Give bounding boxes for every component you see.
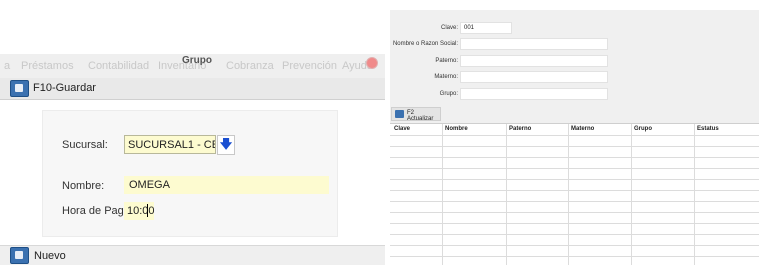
- nombre-field[interactable]: OMEGA: [124, 176, 329, 194]
- razon-social-input[interactable]: [460, 38, 608, 50]
- table-row: [390, 168, 759, 169]
- update-button[interactable]: F2 Actualizar: [391, 107, 441, 122]
- paterno-input[interactable]: [460, 55, 608, 67]
- column-header-estatus[interactable]: Estatus: [697, 126, 719, 132]
- table-row: [390, 223, 759, 224]
- table-row: [390, 146, 759, 147]
- text-caret: [147, 204, 148, 217]
- form-panel: [42, 110, 338, 237]
- clave-label: Clave:: [440, 25, 458, 31]
- grupo-window: a Préstamos Contabilidad Inventario Cobr…: [0, 0, 385, 265]
- new-icon[interactable]: [10, 247, 29, 264]
- table-row: [390, 179, 759, 180]
- new-button[interactable]: Nuevo: [34, 250, 66, 262]
- table-row: [390, 190, 759, 191]
- hora-field[interactable]: 10:00: [124, 202, 155, 220]
- search-window: Clave: 001 Nombre o Razon Social: Patern…: [390, 10, 759, 265]
- materno-label: Materno:: [434, 74, 458, 80]
- arrow-down-icon[interactable]: 🡇: [217, 135, 235, 155]
- table-row: [390, 135, 759, 136]
- grupo-label: Grupo:: [439, 91, 458, 97]
- save-icon[interactable]: [10, 80, 29, 97]
- materno-input[interactable]: [460, 71, 608, 83]
- clave-input[interactable]: 001: [460, 22, 512, 34]
- menu-item-contabilidad[interactable]: Contabilidad: [88, 60, 149, 72]
- grupo-input[interactable]: [460, 88, 608, 100]
- table-row: [390, 212, 759, 213]
- sucursal-select[interactable]: SUCURSAL1 - CELAYA: [124, 135, 216, 154]
- hora-label: Hora de Pago:: [62, 205, 133, 217]
- table-row: [390, 157, 759, 158]
- column-header-materno[interactable]: Materno: [571, 126, 594, 132]
- column-header-paterno[interactable]: Paterno: [509, 126, 531, 132]
- window-title: Grupo: [182, 55, 212, 66]
- column-header-clave[interactable]: Clave: [394, 126, 410, 132]
- save-button[interactable]: F10-Guardar: [33, 82, 96, 94]
- column-header-nombre[interactable]: Nombre: [445, 126, 468, 132]
- table-row: [390, 201, 759, 202]
- menu-item-prestamos[interactable]: Préstamos: [21, 60, 74, 72]
- table-row: [390, 234, 759, 235]
- sucursal-label: Sucursal:: [62, 139, 108, 151]
- table-row: [390, 245, 759, 246]
- refresh-icon: [395, 110, 404, 118]
- menu-item-prevencion[interactable]: Prevención: [282, 60, 337, 72]
- menu-item-cobranza[interactable]: Cobranza: [226, 60, 274, 72]
- razon-social-label: Nombre o Razon Social:: [392, 41, 458, 47]
- update-button-label: F2 Actualizar: [407, 110, 434, 122]
- close-icon[interactable]: [366, 57, 378, 69]
- nombre-label: Nombre:: [62, 180, 105, 192]
- table-row: [390, 256, 759, 257]
- paterno-label: Paterno:: [435, 58, 458, 64]
- menu-item-partial[interactable]: a: [4, 60, 10, 72]
- column-header-grupo[interactable]: Grupo: [634, 126, 652, 132]
- results-table[interactable]: Clave Nombre Paterno Materno Grupo Estat…: [390, 123, 759, 265]
